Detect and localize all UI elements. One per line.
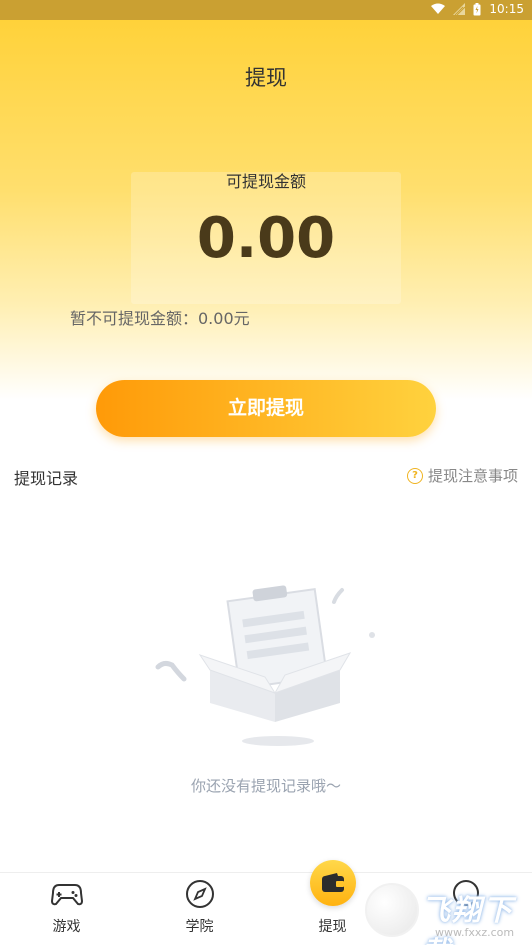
tab-academy-label: 学院: [185, 919, 214, 935]
compass-icon: [185, 880, 214, 908]
pending-amount-text: 暂不可提现金额：0.00元: [70, 309, 250, 328]
wifi-icon: [431, 3, 446, 14]
withdraw-notice-label: 提现注意事项: [427, 467, 518, 485]
withdraw-button[interactable]: 立即提现: [96, 380, 436, 437]
withdraw-notice-link[interactable]: ? 提现注意事项: [406, 465, 518, 486]
battery-icon: [473, 2, 481, 15]
status-time: 10:15: [489, 2, 524, 16]
balance-amount: 0.00: [196, 206, 336, 271]
wallet-icon: [309, 860, 356, 906]
records-title: 提现记录: [14, 469, 79, 488]
empty-box-illustration: [155, 585, 375, 746]
gamepad-icon: [50, 884, 83, 906]
tab-games[interactable]: 游戏: [0, 873, 133, 945]
empty-records-text: 你还没有提现记录哦～: [190, 777, 341, 795]
watermark-url: www.fxxz.com: [435, 926, 515, 939]
watermark-logo-icon: [365, 883, 419, 937]
page-title: 提现: [245, 66, 287, 90]
tab-games-label: 游戏: [52, 919, 81, 935]
tab-academy[interactable]: 学院: [133, 873, 266, 945]
balance-label: 可提现金额: [225, 172, 306, 191]
signal-icon: [453, 3, 466, 15]
status-icons: 10:15: [431, 2, 524, 16]
question-icon: ?: [406, 467, 423, 484]
status-bar: 10:15: [0, 0, 532, 20]
site-watermark: 飞翔下载 www.fxxz.com: [363, 883, 532, 945]
